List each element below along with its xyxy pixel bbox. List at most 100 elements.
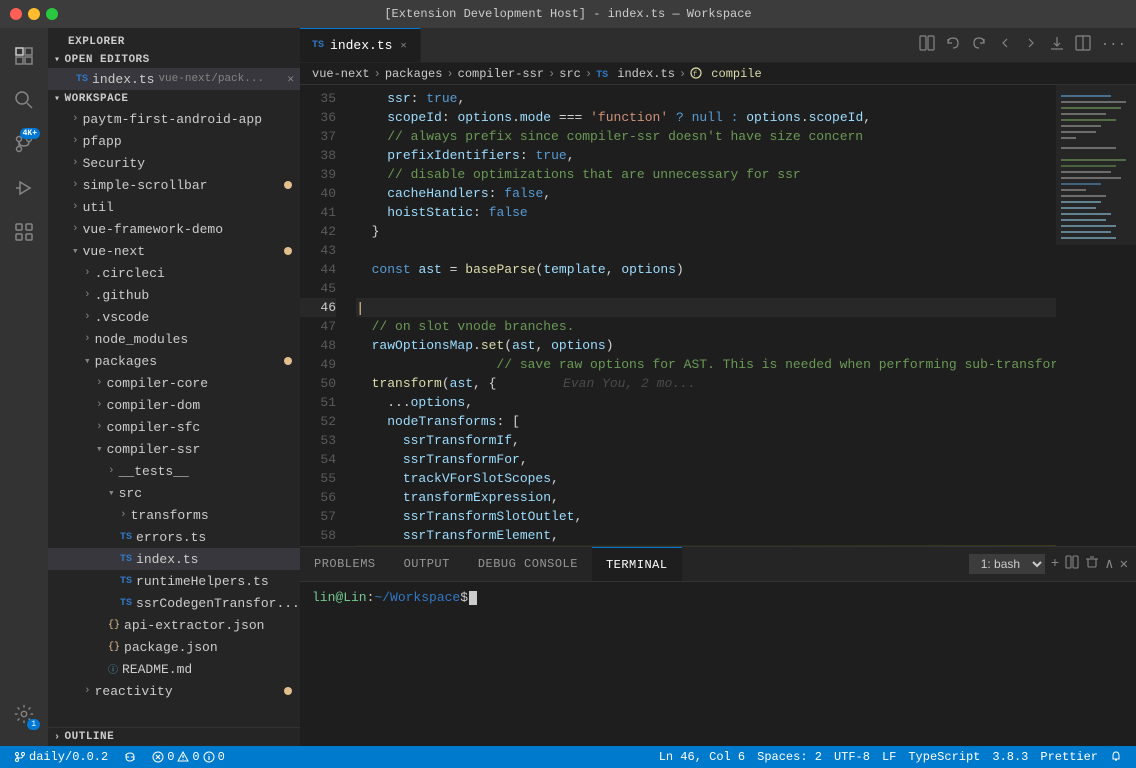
- split-terminal-icon[interactable]: [1065, 555, 1079, 574]
- open-editor-close[interactable]: ✕: [287, 72, 294, 86]
- folder-pfapp[interactable]: › pfapp: [48, 130, 300, 152]
- folder-util[interactable]: › util: [48, 196, 300, 218]
- split-editor-icon[interactable]: [917, 33, 937, 58]
- breadcrumb-compiler-ssr[interactable]: compiler-ssr: [458, 67, 544, 81]
- breadcrumb-vue-next[interactable]: vue-next: [312, 67, 370, 81]
- code-line-44: const ast = baseParse(template, options): [356, 260, 1056, 279]
- more-icon[interactable]: ···: [1099, 35, 1128, 55]
- workspace-section[interactable]: ▾ Workspace: [48, 90, 300, 108]
- status-formatter[interactable]: Prettier: [1034, 746, 1104, 768]
- folder-src[interactable]: ▾ src: [48, 482, 300, 504]
- tab-index-ts[interactable]: TS index.ts ✕: [300, 28, 421, 62]
- close-button[interactable]: [10, 8, 22, 20]
- chevron-right-icon: ›: [84, 289, 91, 301]
- file-errors-ts[interactable]: TS errors.ts: [48, 526, 300, 548]
- folder-node-modules[interactable]: › node_modules: [48, 328, 300, 350]
- filename: package.json: [124, 640, 218, 655]
- activity-extensions[interactable]: [4, 212, 44, 252]
- minimize-button[interactable]: [28, 8, 40, 20]
- code-line-39: // disable optimizations that are unnece…: [356, 165, 1056, 184]
- status-notifications[interactable]: [1104, 746, 1128, 768]
- folder-tests[interactable]: › __tests__: [48, 460, 300, 482]
- undo-icon[interactable]: [943, 33, 963, 58]
- open-editor-index-ts[interactable]: TS index.ts vue-next/pack... ✕: [48, 68, 300, 90]
- open-editors-section[interactable]: ▾ Open Editors: [48, 52, 300, 68]
- maximize-button[interactable]: [46, 8, 58, 20]
- chevron-right-icon: ›: [96, 377, 103, 389]
- folder-simple-scrollbar[interactable]: › simple-scrollbar: [48, 174, 300, 196]
- activity-settings[interactable]: 1: [4, 694, 44, 734]
- folder-transforms[interactable]: › transforms: [48, 504, 300, 526]
- status-sync[interactable]: [118, 746, 142, 768]
- activity-debug[interactable]: [4, 168, 44, 208]
- code-content[interactable]: ssr: true, scopeId: options.mode === 'fu…: [348, 85, 1056, 546]
- terminal-dollar: $: [460, 590, 468, 605]
- go-forward-icon[interactable]: [1021, 33, 1041, 58]
- code-container: 35 36 37 38 39 40 41 42 43 44 45 46 47 4…: [300, 85, 1056, 546]
- status-encoding[interactable]: UTF-8: [828, 746, 876, 768]
- status-branch[interactable]: daily/0.0.2: [8, 746, 114, 768]
- folder-compiler-core[interactable]: › compiler-core: [48, 372, 300, 394]
- folder-security[interactable]: › Security: [48, 152, 300, 174]
- folder-github[interactable]: › .github: [48, 284, 300, 306]
- file-index-ts[interactable]: TS index.ts: [48, 548, 300, 570]
- folder-name: vue-next: [83, 244, 145, 259]
- file-readme[interactable]: ⓘ README.md: [48, 658, 300, 680]
- status-language[interactable]: TypeScript: [902, 746, 986, 768]
- tab-output[interactable]: OUTPUT: [390, 547, 464, 581]
- status-position[interactable]: Ln 46, Col 6: [653, 746, 751, 768]
- delete-terminal-icon[interactable]: [1085, 555, 1099, 574]
- status-version[interactable]: 3.8.3: [986, 746, 1034, 768]
- breadcrumb-src[interactable]: src: [559, 67, 581, 81]
- breadcrumb-index-ts[interactable]: TS index.ts: [596, 67, 675, 81]
- panel-tab-spacer: [682, 547, 961, 581]
- folder-compiler-dom[interactable]: › compiler-dom: [48, 394, 300, 416]
- folder-packages[interactable]: ▾ packages: [48, 350, 300, 372]
- go-back-icon[interactable]: [995, 33, 1015, 58]
- file-runtime-helpers[interactable]: TS runtimeHelpers.ts: [48, 570, 300, 592]
- folder-vue-next[interactable]: ▾ vue-next: [48, 240, 300, 262]
- modified-badge: [284, 247, 292, 255]
- breadcrumb-sep: ›: [374, 67, 381, 81]
- folder-paytm[interactable]: › paytm-first-android-app: [48, 108, 300, 130]
- status-errors[interactable]: 0 0 0: [146, 746, 231, 768]
- breadcrumb-ts-icon: TS: [596, 70, 608, 81]
- breadcrumb-compile[interactable]: f compile: [690, 67, 762, 81]
- folder-compiler-ssr[interactable]: ▾ compiler-ssr: [48, 438, 300, 460]
- terminal-dropdown[interactable]: 1: bash: [969, 554, 1045, 574]
- file-api-extractor[interactable]: {} api-extractor.json: [48, 614, 300, 636]
- activity-git[interactable]: 4K+: [4, 124, 44, 164]
- file-package-json[interactable]: {} package.json: [48, 636, 300, 658]
- folder-vue-framework-demo[interactable]: › vue-framework-demo: [48, 218, 300, 240]
- breadcrumb: vue-next › packages › compiler-ssr › src…: [300, 63, 1136, 85]
- breadcrumb-packages[interactable]: packages: [385, 67, 443, 81]
- folder-reactivity[interactable]: › reactivity: [48, 680, 300, 702]
- status-line-ending[interactable]: LF: [876, 746, 902, 768]
- code-scroll-area[interactable]: 35 36 37 38 39 40 41 42 43 44 45 46 47 4…: [300, 85, 1136, 546]
- minimap: [1056, 85, 1136, 546]
- ln-39: 39: [300, 165, 336, 184]
- redo-icon[interactable]: [969, 33, 989, 58]
- folder-compiler-sfc[interactable]: › compiler-sfc: [48, 416, 300, 438]
- close-panel-icon[interactable]: ✕: [1120, 556, 1128, 573]
- status-spaces[interactable]: Spaces: 2: [751, 746, 828, 768]
- activity-explorer[interactable]: [4, 36, 44, 76]
- tab-debug-console[interactable]: DEBUG CONSOLE: [464, 547, 592, 581]
- folder-circleci[interactable]: › .circleci: [48, 262, 300, 284]
- modified-badge: [284, 181, 292, 189]
- terminal-content[interactable]: lin@Lin : ~/Workspace $: [300, 582, 1136, 746]
- terminal-prompt: lin@Lin : ~/Workspace $: [312, 590, 1124, 605]
- activity-search[interactable]: [4, 80, 44, 120]
- tab-close-button[interactable]: ✕: [398, 38, 408, 54]
- layout-icon[interactable]: [1073, 33, 1093, 58]
- tab-problems[interactable]: PROBLEMS: [300, 547, 390, 581]
- chevron-right-icon: ›: [72, 157, 79, 169]
- folder-vscode[interactable]: › .vscode: [48, 306, 300, 328]
- tab-terminal[interactable]: TERMINAL: [592, 547, 682, 581]
- add-terminal-icon[interactable]: +: [1051, 556, 1059, 572]
- folder-name: vue-framework-demo: [83, 222, 223, 237]
- outline-section[interactable]: › Outline: [48, 727, 300, 746]
- file-ssr-codegen[interactable]: TS ssrCodegenTransfor...: [48, 592, 300, 614]
- collapse-panel-icon[interactable]: ∧: [1105, 556, 1113, 573]
- download-icon[interactable]: [1047, 33, 1067, 58]
